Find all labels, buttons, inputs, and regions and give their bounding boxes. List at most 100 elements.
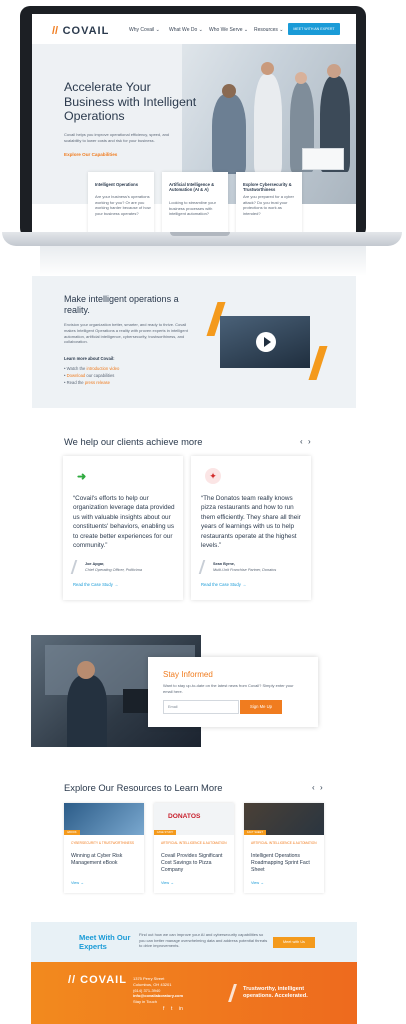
nav-item-who[interactable]: Who We Serve ⌄ bbox=[209, 27, 248, 33]
testimonial-quote: “Covail's efforts to help our organizati… bbox=[73, 495, 175, 550]
testimonial-card: ➜ “Covail's efforts to help our organiza… bbox=[63, 456, 183, 600]
meet-with-us-button[interactable]: Meet with Us bbox=[273, 937, 315, 948]
person-head bbox=[295, 72, 307, 84]
site-logo[interactable]: // COVAIL bbox=[52, 21, 109, 39]
hero-title: Accelerate Your Business with Intelligen… bbox=[64, 80, 197, 123]
resource-title: Covail Provides Significant Cost Savings… bbox=[161, 853, 223, 873]
resource-category: ARTIFICIAL INTELLIGENCE & AUTOMATION bbox=[251, 841, 317, 845]
person-head bbox=[222, 84, 236, 98]
intro-section: Make intelligent operations a reality. E… bbox=[32, 276, 356, 408]
resource-tag: EBOOK bbox=[64, 830, 80, 835]
resource-tag: CASE STUDY bbox=[154, 830, 176, 835]
donatos-brand: DONATOS bbox=[168, 813, 201, 820]
prev-arrow-icon[interactable]: ‹ bbox=[312, 783, 315, 792]
newsletter-title: Stay Informed bbox=[163, 670, 213, 679]
meet-experts-section: Meet With Our Experts Find out how we ca… bbox=[31, 922, 357, 962]
person-head bbox=[261, 62, 274, 75]
video-thumbnail[interactable] bbox=[220, 316, 310, 368]
list-text: Read the bbox=[66, 380, 85, 385]
testimonial-card: ✦ “The Donatos team really knows pizza r… bbox=[191, 456, 311, 600]
meet-expert-button[interactable]: MEET WITH AN EXPERT bbox=[288, 23, 340, 35]
case-study-link[interactable]: Read the Case Study → bbox=[201, 582, 246, 587]
logo-slash: // bbox=[52, 25, 59, 37]
view-link[interactable]: View → bbox=[71, 881, 84, 885]
card-text: Are your business's operations working f… bbox=[95, 194, 151, 216]
footer-address: 1375 Perry Street Columbus, OH 43201 (61… bbox=[133, 976, 183, 1005]
twitter-icon[interactable]: t bbox=[171, 1006, 172, 1012]
resources-title: Explore Our Resources to Learn More bbox=[64, 782, 223, 793]
play-triangle-icon bbox=[264, 337, 271, 347]
next-arrow-icon[interactable]: › bbox=[308, 437, 311, 446]
person-head bbox=[77, 661, 95, 679]
footer-logo[interactable]: // COVAIL bbox=[68, 974, 127, 986]
view-link[interactable]: View → bbox=[161, 881, 174, 885]
resource-card[interactable]: EBOOK CYBERSECURITY & TRUSTWORTHINESS Wi… bbox=[64, 803, 144, 893]
intro-text: Envision your organization better, smart… bbox=[64, 322, 188, 345]
next-arrow-icon[interactable]: › bbox=[320, 783, 323, 792]
list-item: • Read the press release bbox=[64, 380, 110, 385]
footer: // COVAIL 1375 Perry Street Columbus, OH… bbox=[31, 962, 357, 1024]
resource-title: Intelligent Operations Roadmapping Sprin… bbox=[251, 853, 310, 873]
card-title: Explore Cybersecurity & Trustworthiness bbox=[243, 182, 292, 193]
linkedin-icon[interactable]: in bbox=[179, 1006, 183, 1012]
orange-stripe bbox=[308, 346, 328, 380]
footer-tagline: Trustworthy, intelligent operations. Acc… bbox=[243, 986, 308, 1000]
resource-tag: FACT SHEET bbox=[244, 830, 266, 835]
logo-name: COVAIL bbox=[62, 25, 110, 37]
list-item: • Download our capabilities bbox=[64, 373, 115, 378]
meet-text: Find out how we can improve your AI and … bbox=[139, 932, 268, 949]
nav-item-why[interactable]: Why Covail ⌄ bbox=[129, 27, 160, 33]
nav-item-resources[interactable]: Resources ⌄ bbox=[254, 27, 283, 33]
card-text: Looking to streamline your business proc… bbox=[169, 200, 216, 217]
press-release-link[interactable]: press release bbox=[85, 380, 110, 385]
card-title: Artificial Intelligence & Automation (AI… bbox=[169, 182, 215, 193]
capability-card[interactable]: Explore Cybersecurity & Trustworthiness … bbox=[236, 172, 302, 234]
explore-capabilities-link[interactable]: Explore Our Capabilities bbox=[64, 152, 117, 157]
laptop-notch bbox=[170, 232, 230, 236]
resource-card[interactable]: DONATOS CASE STUDY ARTIFICIAL INTELLIGEN… bbox=[154, 803, 234, 893]
intro-title: Make intelligent operations a reality. bbox=[64, 294, 179, 315]
case-study-link[interactable]: Read the Case Study → bbox=[73, 582, 118, 587]
person-head bbox=[327, 64, 341, 78]
person-shape bbox=[212, 94, 246, 174]
green-arrow-icon: ➜ bbox=[77, 471, 87, 483]
testimonial-quote: “The Donatos team really knows pizza res… bbox=[201, 495, 301, 550]
list-text: Watch the bbox=[66, 366, 87, 371]
newsletter-text: Want to stay up-to-date on the latest ne… bbox=[163, 683, 294, 694]
testimonial-role: Multi-Unit Franchise Partner, Donatos bbox=[213, 568, 277, 572]
testimonials-title: We help our clients achieve more bbox=[64, 436, 203, 447]
card-title: Intelligent Operations bbox=[95, 182, 139, 187]
sign-up-button[interactable]: Sign Me Up bbox=[240, 700, 282, 714]
laptop-shadow bbox=[40, 246, 366, 276]
facebook-icon[interactable]: f bbox=[163, 1006, 164, 1012]
email-field[interactable]: Email bbox=[163, 700, 239, 714]
divider bbox=[198, 560, 206, 574]
intro-video-link[interactable]: introduction video bbox=[87, 366, 120, 371]
testimonial-name: Sean Byrne, bbox=[213, 562, 235, 566]
stay-in-touch: Stay in Touch bbox=[133, 999, 157, 1005]
site-nav: // COVAIL Why Covail ⌄ What We Do ⌄ Who … bbox=[32, 14, 356, 45]
nav-item-what[interactable]: What We Do ⌄ bbox=[169, 27, 203, 33]
footer-divider bbox=[228, 984, 237, 1002]
testimonial-name: Joe Apgar, bbox=[85, 562, 105, 566]
capability-card[interactable]: Intelligent Operations Are your business… bbox=[88, 172, 154, 234]
resource-category: CYBERSECURITY & TRUSTWORTHINESS bbox=[71, 841, 135, 845]
newsletter-box: Stay Informed Want to stay up-to-date on… bbox=[148, 657, 318, 727]
resource-category: ARTIFICIAL INTELLIGENCE & AUTOMATION bbox=[161, 841, 227, 845]
download-link[interactable]: Download bbox=[67, 373, 86, 378]
view-link[interactable]: View → bbox=[251, 881, 264, 885]
person-shape bbox=[67, 675, 107, 747]
divider bbox=[70, 560, 78, 574]
person-shape bbox=[254, 74, 282, 174]
laptop-on-desk bbox=[302, 148, 344, 170]
resource-card[interactable]: FACT SHEET ARTIFICIAL INTELLIGENCE & AUT… bbox=[244, 803, 324, 893]
list-item: • Watch the introduction video bbox=[64, 366, 120, 371]
capability-card[interactable]: Artificial Intelligence & Automation (AI… bbox=[162, 172, 228, 234]
laptop-screen: // COVAIL Why Covail ⌄ What We Do ⌄ Who … bbox=[32, 14, 356, 234]
card-text: Are you prepared for a cyber attack? Do … bbox=[243, 194, 294, 216]
list-text: our capabilities bbox=[85, 373, 115, 378]
prev-arrow-icon[interactable]: ‹ bbox=[300, 437, 303, 446]
testimonial-role: Chief Operating Officer, Politicima bbox=[85, 568, 142, 572]
resource-title: Winning at Cyber Risk Management eBook bbox=[71, 853, 123, 866]
learn-more-label: Learn more about Covail: bbox=[64, 356, 115, 361]
